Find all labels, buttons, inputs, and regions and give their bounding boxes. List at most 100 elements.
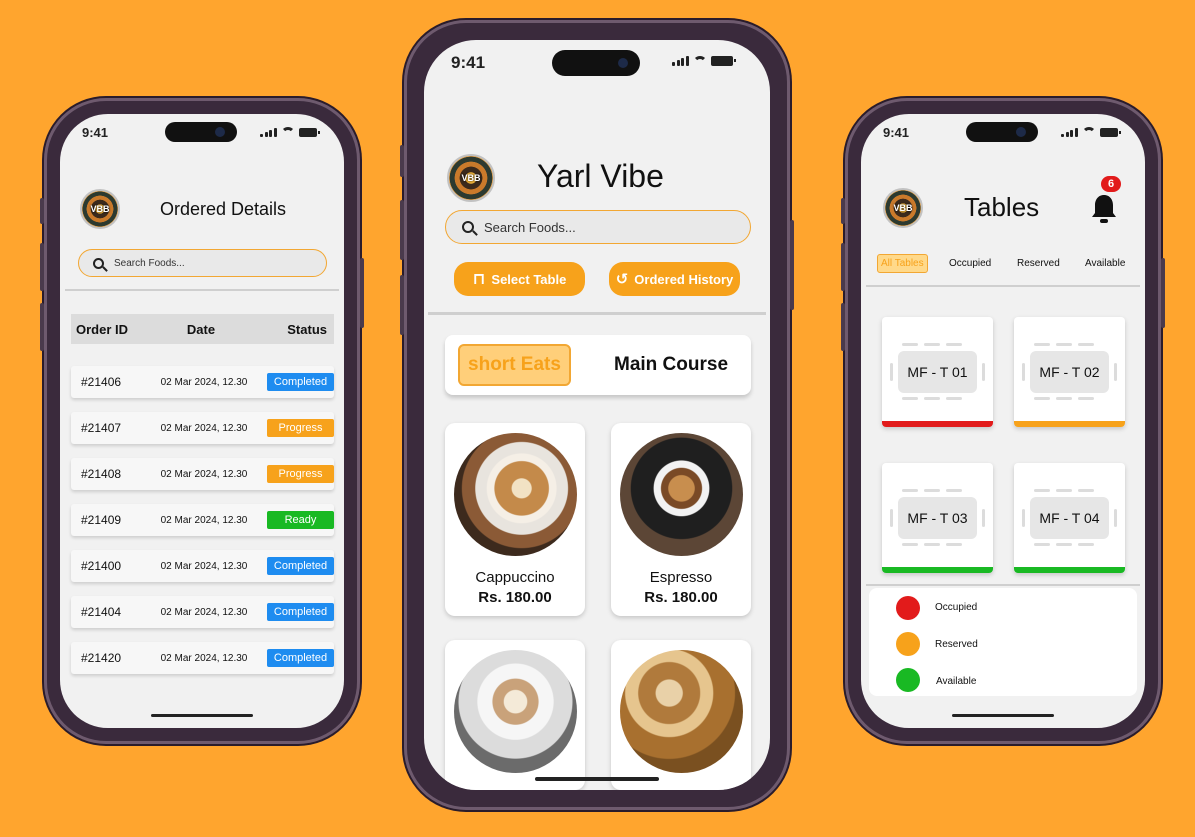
table-row[interactable]: #21406 02 Mar 2024, 12.30 Completed bbox=[71, 366, 334, 398]
status-strip bbox=[1014, 567, 1125, 573]
history-icon: ↺ bbox=[615, 271, 629, 288]
category-tab-main-course[interactable]: Main Course bbox=[614, 354, 728, 376]
status-time: 9:41 bbox=[451, 53, 486, 72]
column-date: Date bbox=[186, 321, 216, 337]
filter-occupied[interactable]: Occupied bbox=[949, 258, 991, 269]
signal-icon bbox=[1061, 127, 1078, 137]
filter-all-tables[interactable]: All Tables bbox=[877, 254, 928, 273]
chairs-top bbox=[902, 343, 962, 346]
status-badge: Progress bbox=[267, 465, 334, 483]
chairs-top bbox=[1034, 343, 1094, 346]
chairs-bottom bbox=[1034, 397, 1094, 400]
status-badge: Ready bbox=[267, 511, 334, 529]
order-id: #21420 bbox=[81, 651, 122, 665]
food-card-cappuccino[interactable]: Cappuccino Rs. 180.00 bbox=[445, 423, 585, 616]
home-indicator bbox=[535, 777, 659, 781]
chairs-bottom bbox=[902, 543, 962, 546]
chair-right bbox=[982, 363, 985, 381]
wifi-icon bbox=[280, 127, 295, 137]
ordered-history-label: Ordered History bbox=[634, 271, 734, 287]
status-icons bbox=[260, 127, 320, 137]
chairs-bottom bbox=[902, 397, 962, 400]
tables-screen: 9:41 VBB Tables 6 All Tables Occupied Re… bbox=[861, 114, 1145, 728]
chairs-top bbox=[902, 489, 962, 492]
column-status: Status bbox=[287, 321, 327, 337]
table-label: MF - T 03 bbox=[898, 497, 977, 539]
divider bbox=[866, 584, 1140, 586]
order-date: 02 Mar 2024, 12.30 bbox=[160, 468, 248, 480]
wifi-icon bbox=[1081, 127, 1096, 137]
divider bbox=[65, 289, 339, 291]
search-icon bbox=[93, 257, 104, 269]
legend-label-reserved: Reserved bbox=[935, 639, 978, 650]
status-time: 9:41 bbox=[82, 125, 109, 140]
table-row[interactable]: #21408 02 Mar 2024, 12.30 Progress bbox=[71, 458, 334, 490]
signal-icon bbox=[672, 56, 689, 66]
search-input[interactable] bbox=[114, 257, 294, 269]
table-row[interactable]: #21420 02 Mar 2024, 12.30 Completed bbox=[71, 642, 334, 674]
status-time: 9:41 bbox=[883, 125, 910, 140]
bell-icon bbox=[1092, 195, 1116, 223]
battery-icon bbox=[1099, 127, 1121, 137]
app-title: Yarl Vibe bbox=[537, 158, 664, 194]
right-phone-frame: 9:41 VBB Tables 6 All Tables Occupied Re… bbox=[841, 98, 1165, 744]
tea-image bbox=[620, 650, 743, 773]
search-icon bbox=[462, 221, 474, 233]
battery-icon bbox=[710, 56, 736, 66]
notification-badge: 6 bbox=[1101, 176, 1121, 192]
table-icon: ⊓ bbox=[472, 271, 486, 288]
order-date: 02 Mar 2024, 12.30 bbox=[160, 376, 248, 388]
category-tab-short-eats[interactable]: short Eats bbox=[458, 344, 571, 386]
food-card-tea[interactable] bbox=[611, 640, 751, 790]
divider bbox=[428, 312, 766, 315]
chairs-top bbox=[1034, 489, 1094, 492]
home-indicator bbox=[151, 714, 253, 717]
legend-dot-occupied bbox=[896, 596, 920, 620]
food-card-espresso[interactable]: Espresso Rs. 180.00 bbox=[611, 423, 751, 616]
orders-screen: 9:41 VBB Ordered Details Order ID Date S… bbox=[60, 114, 344, 728]
order-id: #21404 bbox=[81, 605, 122, 619]
table-card[interactable]: MF - T 04 bbox=[1014, 463, 1125, 573]
order-id: #21408 bbox=[81, 467, 122, 481]
notification-bell-button[interactable] bbox=[1089, 192, 1121, 228]
table-label: MF - T 01 bbox=[898, 351, 977, 393]
table-card[interactable]: MF - T 01 bbox=[882, 317, 993, 427]
filter-reserved[interactable]: Reserved bbox=[1017, 258, 1060, 269]
status-badge: Completed bbox=[267, 557, 334, 575]
table-label: MF - T 04 bbox=[1030, 497, 1109, 539]
ordered-history-button[interactable]: ↺ Ordered History bbox=[609, 262, 740, 296]
table-header: Order ID Date Status bbox=[71, 314, 334, 344]
table-row[interactable]: #21409 02 Mar 2024, 12.30 Ready bbox=[71, 504, 334, 536]
status-strip bbox=[882, 567, 993, 573]
search-bar[interactable] bbox=[78, 249, 327, 277]
table-row[interactable]: #21407 02 Mar 2024, 12.30 Progress bbox=[71, 412, 334, 444]
signal-icon bbox=[260, 127, 277, 137]
table-card[interactable]: MF - T 02 bbox=[1014, 317, 1125, 427]
food-card-latte[interactable] bbox=[445, 640, 585, 790]
legend-label-available: Available bbox=[936, 676, 977, 687]
select-table-button[interactable]: ⊓ Select Table bbox=[454, 262, 585, 296]
table-row[interactable]: #21400 02 Mar 2024, 12.30 Completed bbox=[71, 550, 334, 582]
status-badge: Completed bbox=[267, 373, 334, 391]
dynamic-island bbox=[165, 122, 237, 142]
table-card[interactable]: MF - T 03 bbox=[882, 463, 993, 573]
order-id: #21407 bbox=[81, 421, 122, 435]
battery-icon bbox=[298, 127, 320, 137]
status-bar: 9:41 bbox=[861, 114, 1145, 154]
status-strip bbox=[1014, 421, 1125, 427]
menu-screen: 9:41 VBB Yarl Vibe ⊓ Select Table ↺ Orde… bbox=[424, 40, 770, 790]
home-indicator bbox=[952, 714, 1054, 717]
logo: VBB bbox=[447, 154, 495, 202]
column-order-id: Order ID bbox=[76, 321, 129, 337]
order-id: #21400 bbox=[81, 559, 122, 573]
chair-right bbox=[1114, 509, 1117, 527]
order-id: #21409 bbox=[81, 513, 122, 527]
filter-available[interactable]: Available bbox=[1085, 258, 1125, 269]
dynamic-island bbox=[966, 122, 1038, 142]
search-bar[interactable] bbox=[445, 210, 751, 244]
search-input[interactable] bbox=[484, 219, 724, 235]
status-bar: 9:41 bbox=[60, 114, 344, 154]
legend-label-occupied: Occupied bbox=[935, 602, 978, 613]
table-row[interactable]: #21404 02 Mar 2024, 12.30 Completed bbox=[71, 596, 334, 628]
legend-dot-reserved bbox=[896, 632, 920, 656]
